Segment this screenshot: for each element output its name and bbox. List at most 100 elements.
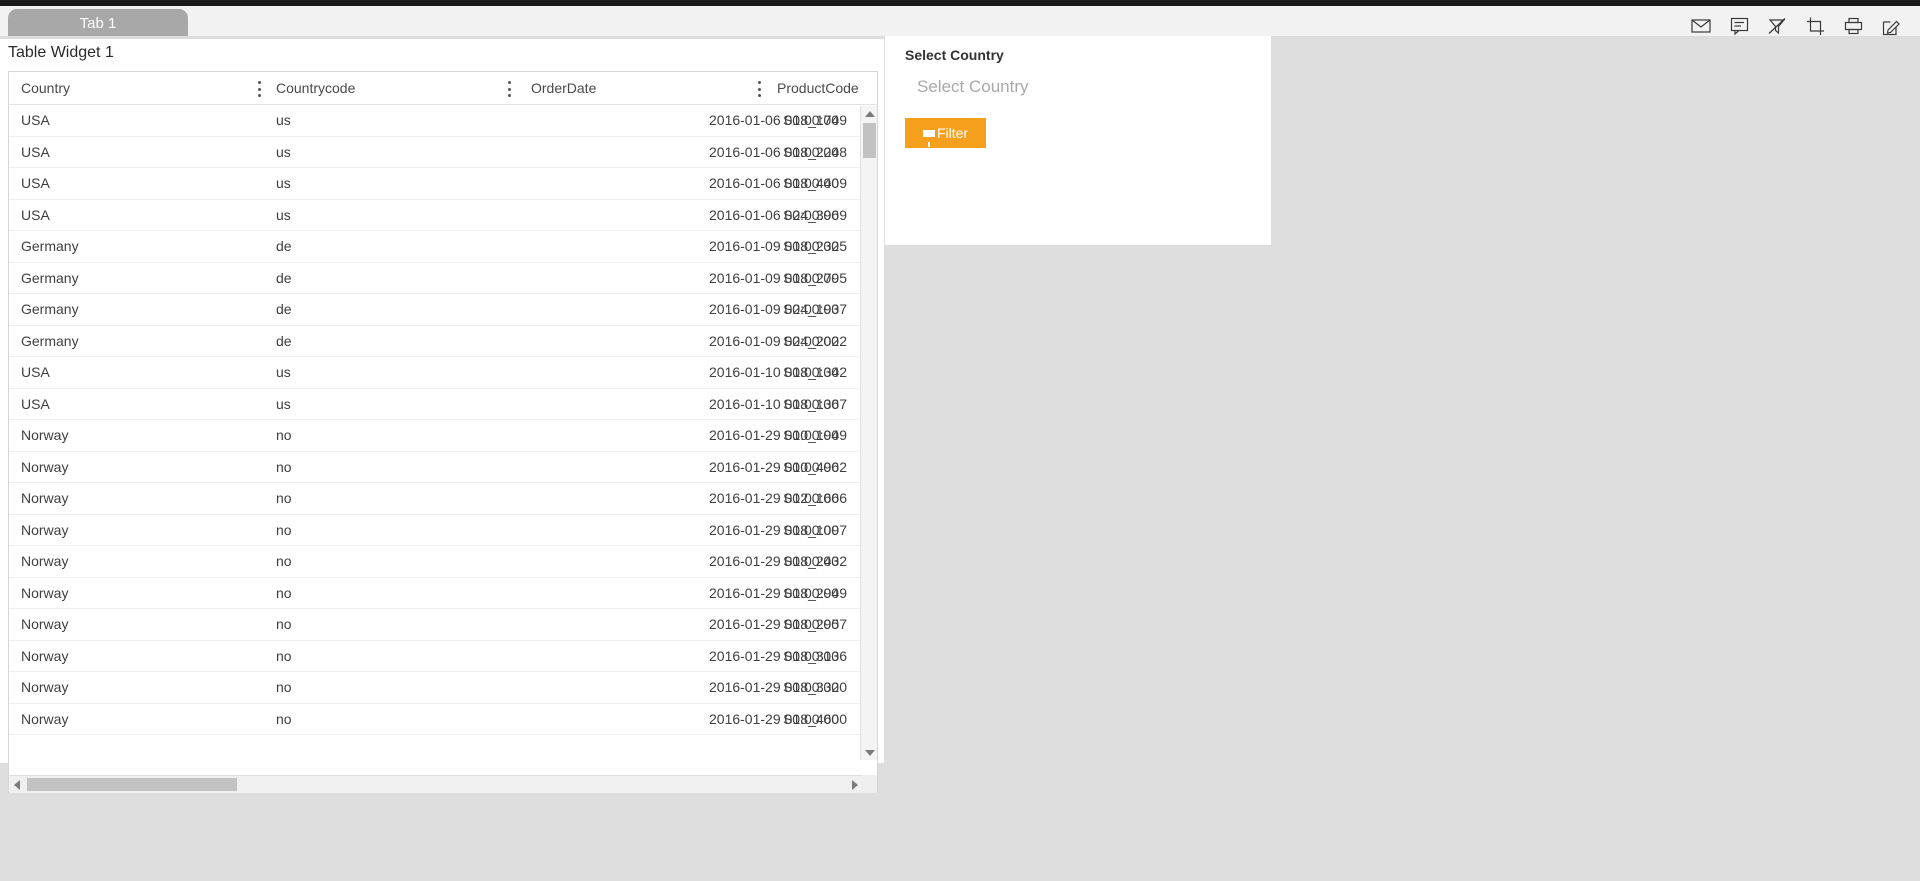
cell-productcode: S18_1342 [783,364,847,380]
cell-countrycode: no [276,521,292,538]
cell-countrycode: no [276,616,292,632]
funnel-icon [922,129,935,147]
column-header-orderdate[interactable]: OrderDate [531,72,731,105]
cell-productcode: S24_3969 [783,206,847,223]
edit-icon[interactable] [1880,15,1902,37]
table-row[interactable]: USA us 2016-01-10 00:00:00 S18_1367 [9,388,877,420]
table-row[interactable]: Norway no 2016-01-29 00:00:00 S18_3136 [9,640,877,672]
table-row[interactable]: Norway no 2016-01-29 00:00:00 S18_2957 [9,609,877,641]
crop-icon[interactable] [1804,15,1826,37]
cell-country: USA [21,206,50,223]
toolbar-icon-group [1690,14,1902,38]
mail-icon[interactable] [1690,15,1712,37]
cell-countrycode: us [276,206,291,223]
scroll-right-arrow-icon[interactable] [847,776,862,793]
cell-countrycode: us [276,112,291,128]
table-row[interactable]: USA us 2016-01-06 00:00:00 S18_2248 [9,136,877,168]
table-widget-panel: Table Widget 1 Country Countrycode Order… [0,39,884,793]
cell-country: Norway [21,427,69,443]
cell-productcode: S12_1666 [783,490,847,506]
scroll-up-arrow-icon[interactable] [861,106,877,121]
cell-productcode: S18_2795 [783,269,847,286]
cell-productcode: S18_2949 [783,584,847,601]
table-row[interactable]: Norway no 2016-01-29 00:00:00 S18_3320 [9,672,877,704]
column-header-productcode[interactable]: ProductCode [777,72,877,105]
table-row[interactable]: Germany de 2016-01-09 00:00:00 S24_1937 [9,294,877,326]
cell-country: Norway [21,458,69,475]
cell-country: USA [21,175,50,191]
column-menu-icon-countrycode[interactable] [503,81,515,97]
cell-productcode: S18_3320 [783,679,847,695]
table-row[interactable]: Germany de 2016-01-09 00:00:00 S24_2022 [9,325,877,357]
cell-country: USA [21,112,50,128]
cell-country: Norway [21,616,69,632]
cell-countrycode: no [276,584,292,601]
cell-productcode: S24_1937 [783,301,847,317]
cell-countrycode: us [276,364,291,380]
column-header-country[interactable]: Country [21,72,246,105]
cell-country: Norway [21,647,69,664]
table-row[interactable]: Norway no 2016-01-29 00:00:00 S18_1097 [9,514,877,546]
cell-productcode: S18_4409 [783,175,847,191]
column-menu-icon-orderdate[interactable] [753,81,765,97]
cell-productcode: S18_2248 [783,143,847,160]
tab-tab-1[interactable]: Tab 1 [8,9,188,39]
comment-icon[interactable] [1728,15,1750,37]
cell-productcode: S18_1097 [783,521,847,538]
vertical-scrollbar[interactable] [860,106,877,760]
cell-productcode: S18_1749 [783,112,847,128]
tab-bar: Tab 1 [0,6,1920,39]
cell-country: Germany [21,238,79,254]
cell-countrycode: us [276,143,291,160]
cell-countrycode: us [276,175,291,191]
table-row[interactable]: USA us 2016-01-10 00:00:00 S18_1342 [9,357,877,389]
table-row[interactable]: Norway no 2016-01-29 00:00:00 S10_4962 [9,451,877,483]
table-row[interactable]: Norway no 2016-01-29 00:00:00 S18_2432 [9,546,877,578]
horizontal-scrollbar-thumb[interactable] [27,778,237,791]
scroll-left-arrow-icon[interactable] [9,776,24,793]
cell-countrycode: no [276,458,292,475]
table-row[interactable]: USA us 2016-01-06 00:00:00 S18_1749 [9,105,877,137]
table-row[interactable]: Germany de 2016-01-09 00:00:00 S18_2795 [9,262,877,294]
scroll-down-arrow-icon[interactable] [861,745,877,760]
cell-productcode: S18_2432 [783,553,847,569]
table-row[interactable]: Norway no 2016-01-29 00:00:00 S18_4600 [9,703,877,735]
cell-country: USA [21,364,50,380]
filter-button[interactable]: Filter [905,118,986,148]
cell-productcode: S18_3136 [783,647,847,664]
cell-countrycode: us [276,395,291,412]
horizontal-scrollbar[interactable] [9,775,877,793]
cell-productcode: S18_1367 [783,395,847,412]
cell-country: Norway [21,584,69,601]
table-row[interactable]: Germany de 2016-01-09 00:00:00 S18_2325 [9,231,877,263]
cell-country: USA [21,143,50,160]
column-header-countrycode[interactable]: Countrycode [276,72,496,105]
filter-widget-panel: Select Country Filter [885,36,1271,245]
cell-country: Norway [21,679,69,695]
cell-countrycode: no [276,427,292,443]
table-header-row: Country Countrycode OrderDate ProductCod… [9,72,877,105]
cell-productcode: S24_2022 [783,332,847,349]
cell-country: Germany [21,301,79,317]
cell-country: Norway [21,710,69,727]
select-country-input[interactable] [905,72,1245,102]
filter-button-label: Filter [936,125,969,141]
cell-productcode: S10_1949 [783,427,847,443]
table-row[interactable]: Norway no 2016-01-29 00:00:00 S10_1949 [9,420,877,452]
print-icon[interactable] [1842,15,1864,37]
select-country-label: Select Country [905,47,1004,63]
vertical-scrollbar-thumb[interactable] [863,123,876,158]
cell-productcode: S10_4962 [783,458,847,475]
cell-country: Norway [21,521,69,538]
cell-countrycode: de [276,332,292,349]
scrollbar-corner [862,775,877,793]
table-row[interactable]: USA us 2016-01-06 00:00:00 S18_4409 [9,168,877,200]
cell-countrycode: de [276,301,292,317]
cell-countrycode: no [276,647,292,664]
table-row[interactable]: USA us 2016-01-06 00:00:00 S24_3969 [9,199,877,231]
column-menu-icon-country[interactable] [253,81,265,97]
table-row[interactable]: Norway no 2016-01-29 00:00:00 S18_2949 [9,577,877,609]
clear-filter-icon[interactable] [1766,15,1788,37]
table-row[interactable]: Norway no 2016-01-29 00:00:00 S12_1666 [9,483,877,515]
cell-country: USA [21,395,50,412]
